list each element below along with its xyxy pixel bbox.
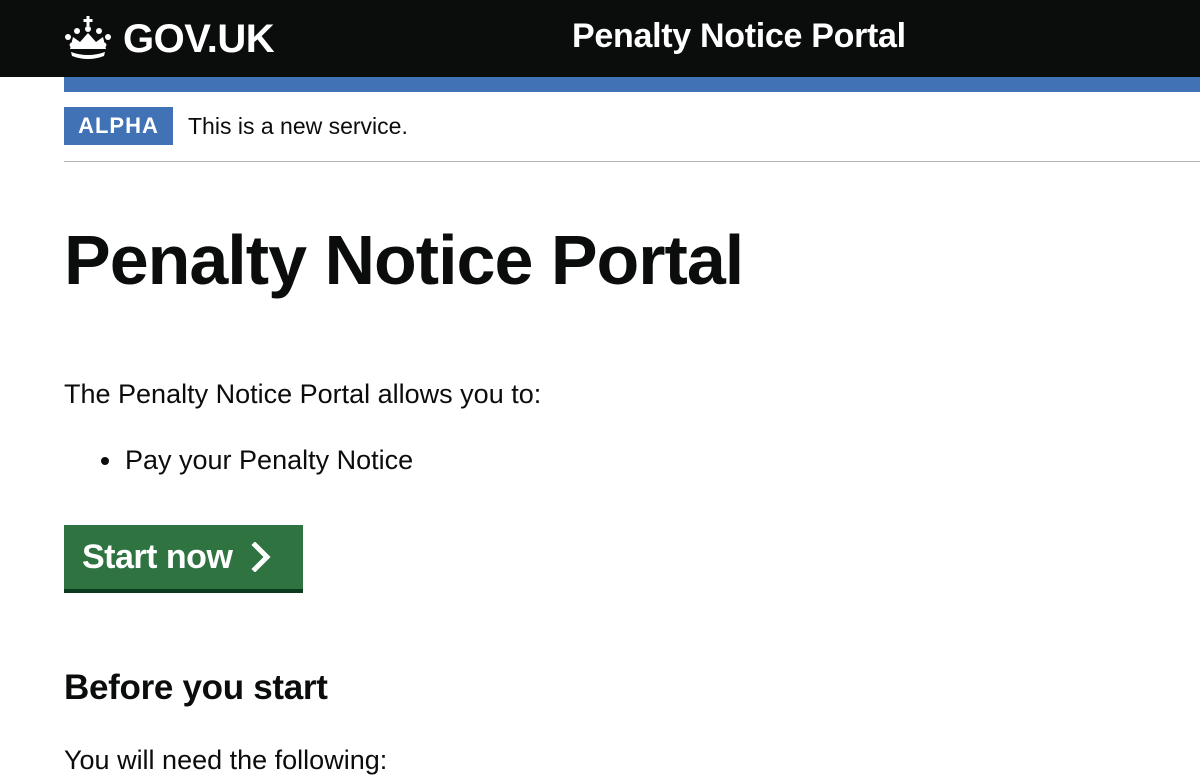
service-name-link[interactable]: Penalty Notice Portal xyxy=(572,17,906,56)
phase-banner: ALPHA This is a new service. xyxy=(64,107,1200,162)
crown-icon xyxy=(63,15,113,63)
intro-text: The Penalty Notice Portal allows you to: xyxy=(64,379,542,409)
before-you-start-heading: Before you start xyxy=(64,668,328,707)
features-list: Pay your Penalty Notice xyxy=(64,442,413,478)
bullet-icon xyxy=(101,457,109,465)
header-accent-bar xyxy=(64,77,1200,92)
logo-text: GOV.UK xyxy=(123,16,275,61)
phase-tag: ALPHA xyxy=(64,107,173,145)
start-now-button[interactable]: Start now xyxy=(64,525,303,589)
list-item: Pay your Penalty Notice xyxy=(64,442,413,478)
govuk-logo-link[interactable]: GOV.UK xyxy=(63,14,275,64)
site-header: GOV.UK Penalty Notice Portal xyxy=(0,0,1200,77)
phase-banner-text: This is a new service. xyxy=(188,113,408,139)
list-item-text: Pay your Penalty Notice xyxy=(125,445,414,475)
page-title: Penalty Notice Portal xyxy=(64,221,744,299)
chevron-right-icon xyxy=(232,542,272,572)
requirements-intro-text: You will need the following: xyxy=(64,745,388,775)
start-button-label: Start now xyxy=(82,537,233,576)
